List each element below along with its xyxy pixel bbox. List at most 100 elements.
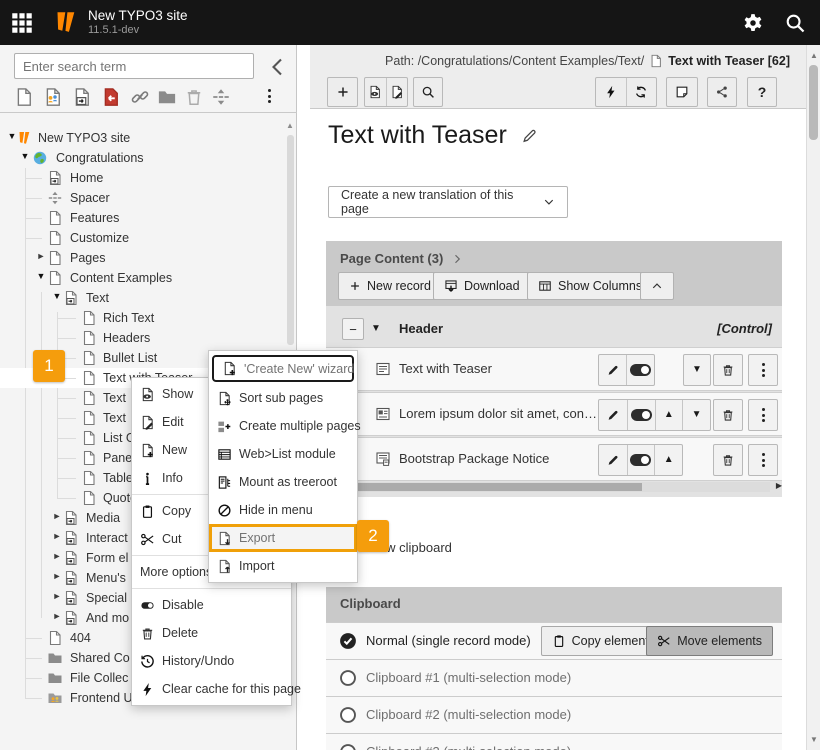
menu-item-import[interactable]: Import	[209, 552, 357, 580]
tree-item[interactable]: Spacer	[0, 188, 292, 208]
view-page-button[interactable]	[365, 78, 386, 106]
menu-item-clear-cache[interactable]: Clear cache for this page	[132, 675, 291, 703]
collapse-panel-button[interactable]	[640, 272, 674, 300]
menu-item-disable[interactable]: Disable	[132, 591, 291, 619]
spacer-icon[interactable]	[211, 87, 231, 107]
scroll-down-icon[interactable]: ▼	[810, 735, 818, 744]
typo3-logo-icon[interactable]	[53, 9, 77, 35]
horizontal-scrollbar[interactable]: ▶	[340, 482, 770, 492]
edit-record-button[interactable]	[599, 355, 626, 385]
new-page-icon[interactable]	[14, 87, 34, 107]
clipboard-row-normal[interactable]: Normal (single record mode) Copy element…	[326, 622, 782, 659]
new-users-page-icon[interactable]	[43, 87, 63, 107]
show-columns-button[interactable]: Show Columns	[527, 272, 653, 300]
share-button[interactable]	[707, 77, 737, 107]
visibility-toggle[interactable]	[626, 355, 654, 385]
menu-item-history[interactable]: History/Undo	[132, 647, 291, 675]
visibility-toggle[interactable]	[627, 445, 655, 475]
tree-item[interactable]: Headers	[0, 328, 292, 348]
caret-down-icon[interactable]: ▼	[51, 291, 63, 301]
menu-item-create-new-wizard[interactable]: 'Create New' wizard	[212, 355, 354, 382]
new-shortcut-page-icon[interactable]	[72, 87, 92, 107]
caret-right-icon[interactable]: ►	[51, 611, 63, 621]
tree-search-input[interactable]	[14, 53, 254, 79]
search-icon[interactable]	[784, 12, 806, 34]
tree-item[interactable]: Features	[0, 208, 292, 228]
translation-dropdown[interactable]: Create a new translation of this page	[328, 186, 568, 218]
table-row[interactable]: Lorem ipsum dolor sit amet, con… ▲ ▼	[326, 392, 782, 436]
menu-item-hide-in-menu[interactable]: Hide in menu	[209, 496, 357, 524]
new-mountpoint-page-icon[interactable]	[101, 87, 121, 107]
edit-page-button[interactable]	[386, 78, 408, 106]
new-folder-icon[interactable]	[157, 87, 177, 107]
scroll-right-icon[interactable]: ▶	[776, 481, 782, 490]
record-more-button[interactable]	[748, 444, 778, 476]
caret-down-icon[interactable]: ▼	[371, 323, 381, 334]
search-button[interactable]	[413, 77, 443, 107]
move-up-button[interactable]: ▲	[654, 445, 682, 475]
reload-button[interactable]	[626, 78, 657, 106]
clipboard-row-1[interactable]: Clipboard #1 (multi-selection mode)	[326, 659, 782, 696]
recycler-icon[interactable]	[184, 87, 204, 107]
new-record-button[interactable]: New record	[338, 272, 442, 300]
gear-icon[interactable]	[742, 12, 764, 34]
clipboard-row-3[interactable]: Clipboard #3 (multi-selection mode)	[326, 733, 782, 750]
radio-icon[interactable]	[339, 743, 357, 750]
move-down-button[interactable]: ▼	[682, 400, 710, 430]
tree-item[interactable]: ▼Congratulations	[0, 148, 292, 168]
caret-right-icon[interactable]: ►	[35, 251, 47, 261]
table-row[interactable]: Bootstrap Package Notice ▲	[326, 437, 782, 481]
move-up-button[interactable]: ▲	[655, 400, 683, 430]
new-link-page-icon[interactable]	[130, 87, 150, 107]
delete-record-button[interactable]	[713, 444, 743, 476]
tree-more-options-icon[interactable]	[268, 89, 288, 109]
caret-right-icon[interactable]: ►	[51, 511, 63, 521]
caret-right-icon[interactable]: ►	[51, 551, 63, 561]
menu-item-create-multiple-pages[interactable]: Create multiple pages	[209, 412, 357, 440]
visibility-toggle[interactable]	[627, 400, 655, 430]
tree-item[interactable]: ►Pages	[0, 248, 292, 268]
move-down-button[interactable]: ▼	[684, 355, 710, 385]
panel-title[interactable]: Page Content (3)	[340, 251, 463, 266]
menu-item-sort-sub-pages[interactable]: Sort sub pages	[209, 384, 357, 412]
note-button[interactable]	[666, 77, 698, 107]
module-menu-icon[interactable]	[9, 10, 35, 36]
radio-icon[interactable]	[339, 669, 357, 687]
new-record-button[interactable]	[327, 77, 358, 107]
collapse-sidebar-icon[interactable]	[266, 55, 290, 79]
delete-record-button[interactable]	[713, 354, 743, 386]
tree-item[interactable]: ▼Content Examples	[0, 268, 292, 288]
edit-record-button[interactable]	[599, 400, 627, 430]
scroll-up-icon[interactable]: ▲	[286, 121, 294, 130]
caret-down-icon[interactable]: ▼	[35, 271, 47, 281]
caret-right-icon[interactable]: ►	[51, 591, 63, 601]
caret-down-icon[interactable]: ▼	[19, 151, 31, 161]
delete-record-button[interactable]	[713, 399, 743, 431]
tree-item[interactable]: Home	[0, 168, 292, 188]
menu-item-export[interactable]: Export	[209, 524, 357, 552]
radio-icon[interactable]	[339, 706, 357, 724]
help-button[interactable]: ?	[747, 77, 777, 107]
move-elements-button[interactable]: Move elements	[646, 626, 773, 656]
content-scrollbar[interactable]: ▲ ▼	[806, 45, 820, 750]
collapse-all-button[interactable]: −	[342, 318, 364, 340]
edit-record-button[interactable]	[599, 445, 627, 475]
caret-right-icon[interactable]: ►	[51, 531, 63, 541]
menu-item-mount-as-treeroot[interactable]: Mount as treeroot	[209, 468, 357, 496]
record-more-button[interactable]	[748, 354, 778, 386]
scroll-up-icon[interactable]: ▲	[810, 51, 818, 60]
caret-right-icon[interactable]: ►	[51, 571, 63, 581]
download-button[interactable]: Download	[433, 272, 531, 300]
menu-item-web-list-module[interactable]: Web>List module	[209, 440, 357, 468]
table-row[interactable]: Text with Teaser ▼	[326, 347, 782, 391]
edit-title-icon[interactable]	[521, 127, 538, 144]
tree-item[interactable]: Rich Text	[0, 308, 292, 328]
menu-item-delete[interactable]: Delete	[132, 619, 291, 647]
selected-radio-icon[interactable]	[339, 632, 357, 650]
tree-item[interactable]: ▼Text	[0, 288, 292, 308]
clipboard-row-2[interactable]: Clipboard #2 (multi-selection mode)	[326, 696, 782, 733]
record-more-button[interactable]	[748, 399, 778, 431]
tree-item[interactable]: Customize	[0, 228, 292, 248]
tree-item[interactable]: ▼New TYPO3 site	[0, 128, 292, 148]
clear-cache-button[interactable]	[596, 78, 626, 106]
